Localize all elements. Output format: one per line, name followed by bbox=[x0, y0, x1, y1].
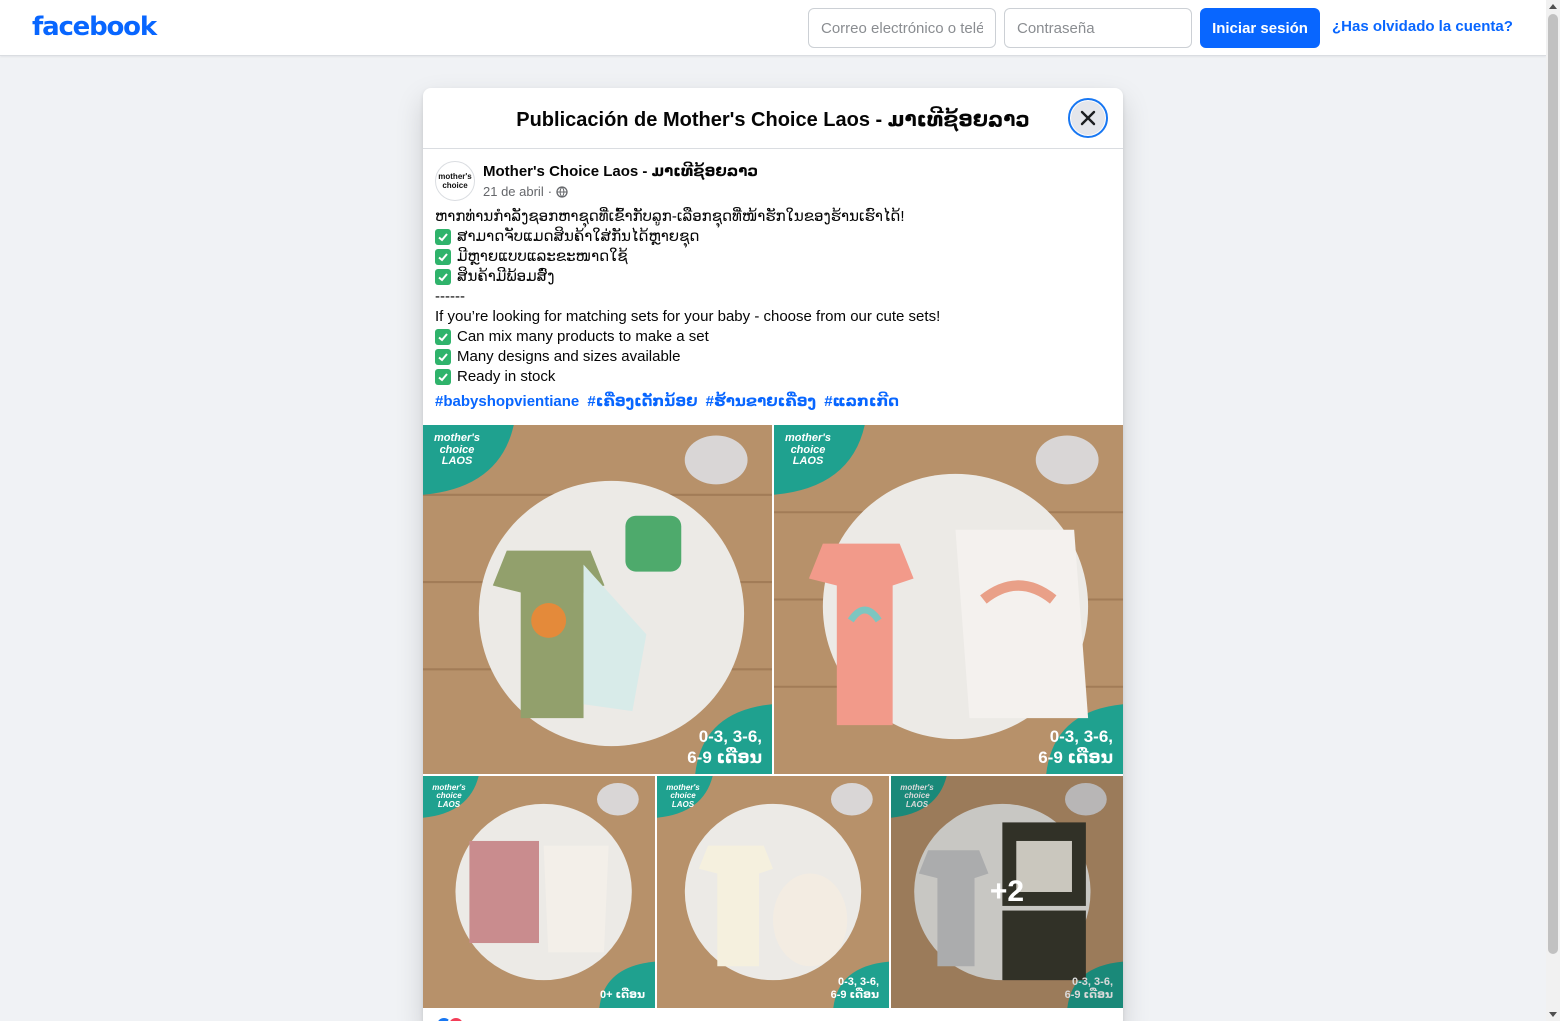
love-reaction-icon bbox=[447, 1016, 465, 1021]
photo-illustration bbox=[774, 425, 1123, 774]
size-badge-line1: 0-3, 3-6, bbox=[1049, 727, 1113, 747]
size-badge: 0-3, 3-6, 6-9 ເດືອນ bbox=[1038, 727, 1113, 768]
post-line-text: ------ bbox=[435, 288, 465, 305]
size-badge-line1: 0-3, 3-6, bbox=[698, 727, 762, 747]
check-icon bbox=[435, 329, 451, 345]
hashtag-link[interactable]: #babyshopvientiane bbox=[435, 393, 579, 410]
post-line: ສາມາດຈັບແມດສິນຄ້າໃສ່ກັນໄດ້ຫຼາຍຊຸດ bbox=[435, 227, 1111, 247]
post-photo[interactable]: mother's choice LAOS 0-3, 3-6, 6-9 ເດືອນ… bbox=[891, 776, 1123, 1008]
size-badge-line1: 0-3, 3-6, bbox=[838, 975, 879, 988]
dialog-header: Publicación de Mother's Choice Laos - ມາ… bbox=[423, 88, 1123, 149]
scroll-up-arrow-icon[interactable] bbox=[1549, 4, 1557, 9]
brand-watermark: mother's choice LAOS bbox=[432, 783, 466, 809]
size-badge-line2: 6-9 ເດືອນ bbox=[830, 988, 879, 1001]
post-line: Can mix many products to make a set bbox=[435, 327, 1111, 347]
post-photo[interactable]: mother's choice LAOS 0+ ເດືອນ bbox=[423, 776, 655, 1008]
post-line: If you’re looking for matching sets for … bbox=[435, 307, 1111, 327]
post-photo[interactable]: mother's choice LAOS 0-3, 3-6, 6-9 ເດືອນ bbox=[657, 776, 889, 1008]
post-line: ສິນຄ້າມີພ້ອມສົ່ງ bbox=[435, 267, 1111, 287]
password-input[interactable] bbox=[1004, 8, 1192, 48]
size-badge-line2: 6-9 ເດືອນ bbox=[687, 747, 762, 767]
facebook-logo[interactable]: facebook bbox=[32, 12, 157, 42]
hashtag-link[interactable]: #ເຄື່ອງເດັກນ້ອຍ bbox=[587, 393, 697, 410]
post-line: ມີຫຼາຍແບບແລະຂະໜາດໃຊ້ bbox=[435, 247, 1111, 267]
more-photos-overlay[interactable]: +2 bbox=[891, 776, 1123, 1008]
size-badge: 0-3, 3-6, 6-9 ເດືອນ bbox=[687, 727, 762, 768]
photo-illustration bbox=[423, 425, 772, 774]
avatar-text-line2: choice bbox=[442, 181, 468, 190]
post-line-text: If you’re looking for matching sets for … bbox=[435, 308, 941, 325]
size-badge: 0+ ເດືອນ bbox=[600, 989, 645, 1002]
check-icon bbox=[435, 249, 451, 265]
forgot-account-link[interactable]: ¿Has olvidado la cuenta? bbox=[1332, 18, 1513, 35]
post-line-text: Many designs and sizes available bbox=[457, 348, 681, 365]
brand-watermark: mother's choice LAOS bbox=[433, 432, 480, 468]
size-badge: 0-3, 3-6, 6-9 ເດືອນ bbox=[831, 976, 879, 1002]
globe-icon bbox=[556, 185, 568, 198]
post-date[interactable]: 21 de abril bbox=[483, 184, 544, 199]
email-input[interactable] bbox=[808, 8, 996, 48]
hashtags: #babyshopvientiane #ເຄື່ອງເດັກນ້ອຍ #ຮ້ານ… bbox=[435, 392, 903, 410]
post-line: Many designs and sizes available bbox=[435, 347, 1111, 367]
post-line: ------ bbox=[435, 287, 1111, 307]
post-photo[interactable]: mother's choice LAOS 0-3, 3-6, 6-9 ເດືອນ bbox=[774, 425, 1123, 774]
post-line: Ready in stock bbox=[435, 367, 1111, 387]
scroll-thumb[interactable] bbox=[1548, 14, 1558, 954]
hashtag-link[interactable]: #ຮ້ານຂາຍເຄື່ອງ bbox=[706, 393, 816, 410]
post-photo[interactable]: mother's choice LAOS 0-3, 3-6, 6-9 ເດືອນ bbox=[423, 425, 772, 774]
post-line-text: Can mix many products to make a set bbox=[457, 328, 709, 345]
post-line: ຫາກທ່ານກຳລັງຊອກຫາຊຸດທີ່ເຂົ້າກັບລູກ-ເລືອກ… bbox=[435, 207, 1111, 227]
close-icon bbox=[1080, 110, 1096, 126]
post-line-text: ມີຫຼາຍແບບແລະຂະໜາດໃຊ້ bbox=[457, 248, 628, 265]
check-icon bbox=[435, 369, 451, 385]
close-button[interactable] bbox=[1068, 98, 1108, 138]
check-icon bbox=[435, 229, 451, 245]
avatar-text-line1: mother's bbox=[438, 172, 472, 181]
brand-watermark: mother's choice LAOS bbox=[666, 783, 700, 809]
post-meta: 21 de abril · bbox=[483, 184, 568, 199]
scroll-down-arrow-icon[interactable] bbox=[1549, 1012, 1557, 1017]
check-icon bbox=[435, 269, 451, 285]
post-line-text: ສິນຄ້າມີພ້ອມສົ່ງ bbox=[457, 268, 555, 285]
meta-separator: · bbox=[547, 184, 553, 199]
page-scrollbar[interactable] bbox=[1546, 0, 1560, 1021]
photo-illustration bbox=[423, 776, 655, 1008]
size-badge-line2: 0+ ເດືອນ bbox=[599, 988, 645, 1001]
post-line-text: Ready in stock bbox=[457, 368, 556, 385]
check-icon bbox=[435, 349, 451, 365]
top-bar: facebook Iniciar sesión ¿Has olvidado la… bbox=[0, 0, 1546, 56]
post-line-text: ຫາກທ່ານກຳລັງຊອກຫາຊຸດທີ່ເຂົ້າກັບລູກ-ເລືອກ… bbox=[435, 208, 905, 225]
avatar[interactable]: mother's choice bbox=[435, 161, 475, 201]
login-button[interactable]: Iniciar sesión bbox=[1200, 8, 1320, 48]
hashtag-link[interactable]: #ແລກເກີດ bbox=[824, 393, 899, 410]
post-text: ຫາກທ່ານກຳລັງຊອກຫາຊຸດທີ່ເຂົ້າກັບລູກ-ເລືອກ… bbox=[435, 207, 1111, 387]
post-author[interactable]: Mother's Choice Laos - ມາເທີຊ້ອຍລາວ bbox=[483, 162, 758, 180]
photo-illustration bbox=[657, 776, 889, 1008]
size-badge-line2: 6-9 ເດືອນ bbox=[1038, 747, 1113, 767]
post-line-text: ສາມາດຈັບແມດສິນຄ້າໃສ່ກັນໄດ້ຫຼາຍຊຸດ bbox=[457, 228, 700, 245]
post-dialog: Publicación de Mother's Choice Laos - ມາ… bbox=[423, 88, 1123, 1021]
dialog-title: Publicación de Mother's Choice Laos - ມາ… bbox=[516, 109, 1030, 131]
brand-watermark: mother's choice LAOS bbox=[784, 432, 831, 468]
